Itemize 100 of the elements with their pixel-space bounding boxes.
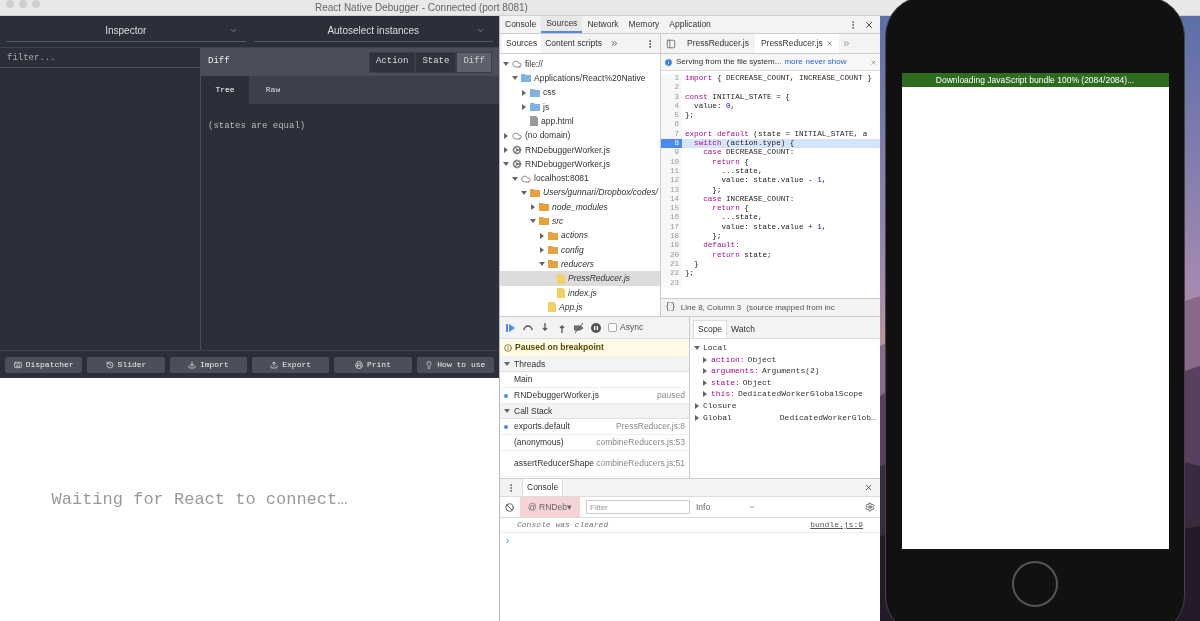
- toolbar-button[interactable]: Slider: [87, 356, 165, 373]
- tab[interactable]: Scope: [693, 320, 728, 338]
- checkbox[interactable]: [608, 323, 617, 332]
- list-item[interactable]: (anonymous) combineReducers.js:53: [500, 435, 689, 451]
- tab[interactable]: Sources: [502, 34, 542, 53]
- link[interactable]: never show: [805, 56, 847, 68]
- tree-item[interactable]: actions: [500, 228, 660, 243]
- file-tab[interactable]: PressReducer.js: [754, 34, 839, 53]
- list-item[interactable]: exports.default PressReducer.js:8: [500, 419, 689, 435]
- resume-icon[interactable]: [506, 322, 516, 333]
- mode-button[interactable]: Diff: [456, 51, 492, 73]
- disclosure-triangle-icon[interactable]: [530, 204, 536, 211]
- close-icon[interactable]: [825, 40, 833, 47]
- tree-item[interactable]: RNDebuggerWorker.js: [500, 142, 660, 158]
- property-row[interactable]: arguments: Arguments(2): [694, 365, 876, 377]
- disclosure-triangle-icon[interactable]: [702, 379, 708, 386]
- disclosure-triangle-icon[interactable]: [503, 161, 509, 168]
- tree-item[interactable]: css: [500, 85, 660, 100]
- source-link[interactable]: bundle.js:9: [810, 519, 863, 531]
- disclosure-triangle-icon[interactable]: [694, 415, 700, 421]
- disclosure-triangle-icon[interactable]: [504, 408, 510, 414]
- context-selector[interactable]: @ RNDeb▾: [520, 497, 580, 517]
- list-item[interactable]: Main: [500, 372, 689, 388]
- console-prompt[interactable]: ›: [500, 533, 880, 548]
- tree-item[interactable]: Applications/React%20Native: [500, 71, 660, 86]
- tab[interactable]: Tree: [201, 76, 249, 104]
- toolbar-button[interactable]: Dispatcher: [5, 356, 83, 373]
- tree-item[interactable]: index.js: [500, 285, 660, 301]
- tab[interactable]: Content scripts: [541, 34, 606, 53]
- panel-tab[interactable]: Console: [500, 16, 542, 33]
- toolbar-button[interactable]: Print: [334, 356, 412, 373]
- property-row[interactable]: this: DedicatedWorkerGlobalScope: [694, 388, 876, 400]
- dropdown[interactable]: Autoselect instances: [253, 20, 493, 42]
- step-over-icon[interactable]: [523, 322, 533, 333]
- drawer-tab[interactable]: Console: [522, 479, 564, 496]
- tree-item[interactable]: localhost:8081: [500, 171, 660, 186]
- panel-tab[interactable]: Network: [582, 16, 624, 33]
- disclosure-triangle-icon[interactable]: [503, 61, 509, 68]
- filter-field[interactable]: filter...: [0, 48, 200, 68]
- disclosure-triangle-icon[interactable]: [694, 403, 700, 409]
- disclosure-triangle-icon[interactable]: [521, 104, 527, 111]
- tree-item[interactable]: node_modules: [500, 199, 660, 215]
- disclosure-triangle-icon[interactable]: [702, 356, 708, 363]
- tree-item[interactable]: app.html: [500, 114, 660, 129]
- mode-button[interactable]: Action: [368, 51, 416, 73]
- sidebar-toggle-icon[interactable]: [666, 38, 676, 49]
- mode-button[interactable]: State: [415, 51, 457, 73]
- disclosure-triangle-icon[interactable]: [521, 189, 527, 196]
- list-item[interactable]: assertReducerShape combineReducers.js:51: [500, 451, 689, 477]
- file-tab[interactable]: PressReducer.js: [681, 34, 755, 53]
- tree-item[interactable]: PressReducer.js: [500, 271, 660, 286]
- pause-exceptions-icon[interactable]: [591, 322, 601, 333]
- tree-item[interactable]: js: [500, 99, 660, 115]
- panel-tab[interactable]: Application: [664, 16, 716, 33]
- home-button[interactable]: [1012, 561, 1058, 607]
- disclosure-triangle-icon[interactable]: [530, 218, 536, 225]
- tab[interactable]: Raw: [249, 76, 297, 104]
- disclosure-triangle-icon[interactable]: [504, 361, 510, 367]
- step-into-icon[interactable]: [540, 322, 550, 333]
- panel-tab[interactable]: Memory: [623, 16, 665, 33]
- scope-item[interactable]: Closure: [694, 400, 876, 412]
- clear-icon[interactable]: [505, 502, 514, 512]
- tree-item[interactable]: App.js: [500, 300, 660, 315]
- toolbar-button[interactable]: Import: [169, 356, 247, 373]
- disclosure-triangle-icon[interactable]: [503, 132, 509, 139]
- section-header[interactable]: Threads: [500, 357, 689, 372]
- scope-item[interactable]: Global DedicatedWorkerGlob…: [694, 412, 876, 424]
- section-header[interactable]: Call Stack: [500, 404, 689, 419]
- disclosure-triangle-icon[interactable]: [539, 232, 545, 239]
- scope-item[interactable]: Local: [694, 342, 876, 354]
- disclosure-triangle-icon[interactable]: [702, 368, 708, 375]
- tree-item[interactable]: reducers: [500, 257, 660, 272]
- disclosure-triangle-icon[interactable]: [702, 391, 708, 398]
- disclosure-triangle-icon[interactable]: [521, 89, 527, 96]
- disclosure-triangle-icon[interactable]: [512, 75, 518, 82]
- dropdown[interactable]: Inspector: [6, 20, 246, 42]
- property-row[interactable]: action: Object: [694, 354, 876, 366]
- tree-item[interactable]: config: [500, 242, 660, 258]
- settings-icon[interactable]: [865, 502, 875, 512]
- tab[interactable]: Watch: [727, 320, 759, 338]
- close-icon[interactable]: [864, 19, 874, 30]
- tree-item[interactable]: Users/gunnari/Dropbox/codes/: [500, 185, 660, 200]
- level-dropdown[interactable]: Info: [696, 500, 756, 514]
- panel-tab[interactable]: Sources: [541, 16, 583, 33]
- pretty-print-button[interactable]: {}: [665, 300, 676, 315]
- disclosure-triangle-icon[interactable]: [512, 175, 518, 182]
- more-tabs-icon[interactable]: [609, 39, 619, 48]
- disclosure-triangle-icon[interactable]: [694, 345, 700, 351]
- disclosure-triangle-icon[interactable]: [539, 261, 545, 268]
- toolbar-button[interactable]: Export: [252, 356, 330, 373]
- tree-item[interactable]: file://: [500, 57, 660, 72]
- disclosure-triangle-icon[interactable]: [503, 146, 509, 153]
- tree-item[interactable]: (no domain): [500, 128, 660, 143]
- toolbar-button[interactable]: How to use: [416, 356, 494, 373]
- disclosure-triangle-icon[interactable]: [539, 247, 545, 253]
- close-icon[interactable]: [864, 483, 873, 492]
- tree-item[interactable]: src: [500, 214, 660, 229]
- link[interactable]: more: [784, 56, 803, 68]
- deactivate-breakpoints-icon[interactable]: [574, 322, 584, 333]
- property-row[interactable]: state: Object: [694, 377, 876, 389]
